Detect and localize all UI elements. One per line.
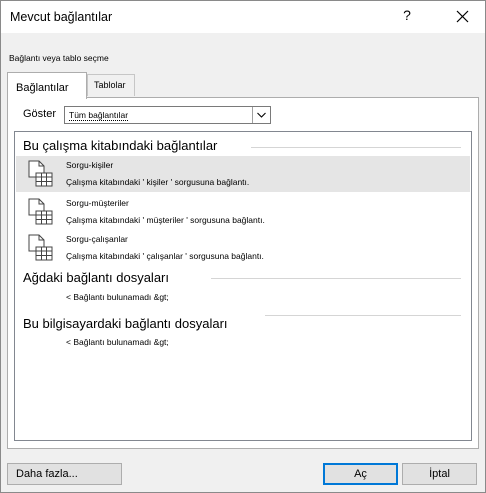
item-name: Sorgu-çalışanlar <box>66 234 128 244</box>
list-item-query-people[interactable]: Sorgu-kişiler Çalışma kitabındaki ' kişi… <box>16 156 470 192</box>
tab-connections-label: Bağlantılar <box>16 82 69 94</box>
open-button[interactable]: Aç <box>323 463 398 485</box>
close-button[interactable] <box>447 3 477 31</box>
item-description: Çalışma kitabındaki ' kişiler ' sorgusun… <box>66 177 250 187</box>
chevron-down-icon <box>257 112 266 118</box>
list-item-query-employees[interactable]: Sorgu-çalışanlar Çalışma kitabındaki ' ç… <box>16 230 470 266</box>
show-label: Göster <box>23 108 57 120</box>
dialog-subtitle: Bağlantı veya tablo seçme <box>9 53 109 63</box>
section-heading-network: Ağdaki bağlantı dosyaları <box>23 270 169 285</box>
connections-panel: Göster Tüm bağlantılar Bu çalışma kitabı… <box>7 97 479 449</box>
section-divider <box>251 147 461 148</box>
item-description: Çalışma kitabındaki ' müşteriler ' sorgu… <box>66 215 265 225</box>
tab-tables[interactable]: Tablolar <box>87 74 135 96</box>
tab-tables-label: Tablolar <box>94 80 126 90</box>
section-divider <box>265 315 461 316</box>
tab-connections[interactable]: Bağlantılar <box>7 72 87 99</box>
show-dropdown-value: Tüm bağlantılar <box>69 110 129 121</box>
section-heading-computer: Bu bilgisayardaki bağlantı dosyaları <box>23 316 228 331</box>
empty-message: < Bağlantı bulunamadı &gt; <box>66 292 169 302</box>
help-button[interactable]: ? <box>397 7 417 23</box>
existing-connections-dialog: Mevcut bağlantılar ? Bağlantı veya tablo… <box>0 0 486 493</box>
empty-message: < Bağlantı bulunamadı &gt; <box>66 337 169 347</box>
table-connection-icon <box>28 160 53 187</box>
section-divider <box>211 278 461 279</box>
item-name: Sorgu-müşteriler <box>66 198 129 208</box>
table-connection-icon <box>28 198 53 225</box>
close-icon <box>456 10 469 23</box>
dropdown-arrow[interactable] <box>252 107 270 123</box>
item-name: Sorgu-kişiler <box>66 160 114 170</box>
list-item-query-customers[interactable]: Sorgu-müşteriler Çalışma kitabındaki ' m… <box>16 194 470 230</box>
more-button[interactable]: Daha fazla... <box>7 463 122 485</box>
table-connection-icon <box>28 234 53 261</box>
cancel-button[interactable]: İptal <box>402 463 477 485</box>
connections-list[interactable]: Bu çalışma kitabındaki bağlantılar Sorgu… <box>14 131 472 441</box>
dialog-title: Mevcut bağlantılar <box>10 10 113 24</box>
show-dropdown[interactable]: Tüm bağlantılar <box>64 106 271 124</box>
item-description: Çalışma kitabındaki ' çalışanlar ' sorgu… <box>66 251 264 261</box>
title-bar[interactable]: Mevcut bağlantılar ? <box>1 1 485 33</box>
section-heading-workbook: Bu çalışma kitabındaki bağlantılar <box>23 138 218 153</box>
